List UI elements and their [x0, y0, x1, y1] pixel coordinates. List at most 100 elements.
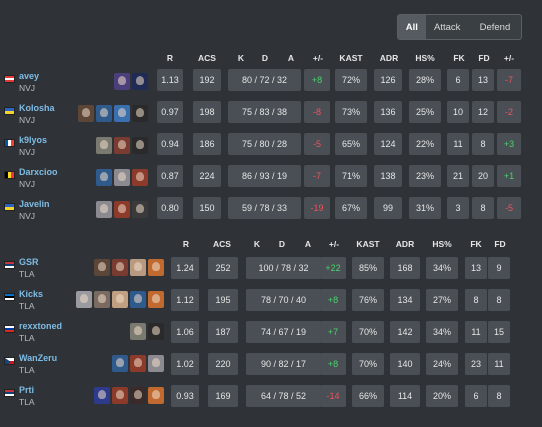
player-team-tag: NVJ	[19, 115, 36, 125]
hs-cell: 31%	[409, 197, 441, 219]
player-name-link[interactable]: Darxcioo	[19, 167, 58, 177]
header-assists[interactable]: A	[305, 239, 311, 249]
plus-minus-cell: +22	[320, 257, 346, 279]
agent-portrait-icon	[148, 259, 164, 276]
kda-cell: 64 / 78 / 52	[246, 385, 321, 407]
player-name-link[interactable]: avey	[19, 71, 39, 81]
adr-cell: 140	[390, 353, 420, 375]
agent-portrait-icon	[112, 355, 128, 372]
header-adr[interactable]: ADR	[396, 239, 414, 249]
first-kills-cell: 3	[447, 197, 469, 219]
agent-portrait-icon	[114, 105, 130, 122]
kast-cell: 65%	[335, 133, 367, 155]
header-acs[interactable]: ACS	[198, 53, 216, 63]
first-kills-cell: 8	[465, 289, 487, 311]
header-fk[interactable]: FK	[453, 53, 464, 63]
agent-portrait-icon	[132, 137, 148, 154]
player-team-tag: NVJ	[19, 179, 36, 189]
kda-cell: 75 / 80 / 28	[228, 133, 301, 155]
first-kills-cell: 11	[447, 133, 469, 155]
hs-cell: 34%	[426, 257, 458, 279]
player-team-tag: TLA	[19, 301, 35, 311]
kda-cell: 80 / 72 / 32	[228, 69, 301, 91]
player-name-link[interactable]: k9lyos	[19, 135, 47, 145]
header-kills[interactable]: K	[254, 239, 260, 249]
player-name-link[interactable]: WanZeru	[19, 353, 57, 363]
first-deaths-cell: 11	[488, 353, 510, 375]
kast-cell: 73%	[335, 101, 367, 123]
header-deaths[interactable]: D	[262, 53, 268, 63]
player-team-tag: TLA	[19, 269, 35, 279]
acs-cell: 187	[208, 321, 238, 343]
player-name-link[interactable]: Prti	[19, 385, 34, 395]
player-name-link[interactable]: GSR	[19, 257, 39, 267]
first-kills-cell: 6	[465, 385, 487, 407]
agent-portrait-icon	[132, 201, 148, 218]
acs-cell: 198	[193, 101, 221, 123]
header-fk[interactable]: FK	[470, 239, 481, 249]
agents-played	[96, 201, 148, 218]
hs-cell: 27%	[426, 289, 458, 311]
header-deaths[interactable]: D	[279, 239, 285, 249]
first-deaths-cell: 8	[488, 385, 510, 407]
header-assists[interactable]: A	[288, 53, 294, 63]
player-row: Javelin NVJ 0.80 150 59 / 78 / 33 -19 67% 99 31%…	[0, 197, 542, 229]
acs-cell: 186	[193, 133, 221, 155]
kast-cell: 85%	[352, 257, 384, 279]
header-plus-minus[interactable]: +/-	[313, 53, 323, 63]
fk-plus-minus-cell: +3	[497, 133, 521, 155]
player-name-link[interactable]: Kolosha	[19, 103, 55, 113]
rating-cell: 0.97	[157, 101, 183, 123]
kda-cell: 74 / 67 / 19	[246, 321, 321, 343]
header-rating[interactable]: R	[183, 239, 189, 249]
filter-all-button[interactable]: All	[398, 15, 426, 39]
player-name-link[interactable]: rexxtoned	[19, 321, 62, 331]
agent-portrait-icon	[112, 387, 128, 404]
acs-cell: 150	[193, 197, 221, 219]
header-rating[interactable]: R	[167, 53, 173, 63]
player-name-link[interactable]: Kicks	[19, 289, 43, 299]
header-acs[interactable]: ACS	[213, 239, 231, 249]
agent-portrait-icon	[132, 105, 148, 122]
adr-cell: 99	[374, 197, 402, 219]
header-fd[interactable]: FD	[478, 53, 489, 63]
fk-plus-minus-cell: -2	[497, 101, 521, 123]
hs-cell: 23%	[409, 165, 441, 187]
player-row: Kicks TLA 1.12 195 78 / 70 / 40 +8 76% 134 27% 8 8	[0, 289, 542, 321]
header-kast[interactable]: KAST	[339, 53, 362, 63]
header-hs[interactable]: HS%	[432, 239, 451, 249]
adr-cell: 138	[374, 165, 402, 187]
agent-portrait-icon	[114, 169, 130, 186]
player-team-tag: TLA	[19, 365, 35, 375]
plus-minus-cell: +8	[320, 289, 346, 311]
rating-cell: 1.06	[171, 321, 199, 343]
first-deaths-cell: 9	[488, 257, 510, 279]
agent-portrait-icon	[76, 291, 92, 308]
agent-portrait-icon	[78, 105, 94, 122]
player-row: Darxcioo NVJ 0.87 224 86 / 93 / 19 -7 71% 138 23…	[0, 165, 542, 197]
header-plus-minus[interactable]: +/-	[329, 239, 339, 249]
acs-cell: 169	[208, 385, 238, 407]
adr-cell: 136	[374, 101, 402, 123]
header-adr[interactable]: ADR	[380, 53, 398, 63]
kda-cell: 86 / 93 / 19	[228, 165, 301, 187]
stats-header-team1: R ACS K D A +/- KAST ADR HS% FK FD +/-	[0, 53, 542, 67]
filter-attack-button[interactable]: Attack	[426, 15, 469, 39]
header-fk-plus-minus[interactable]: +/-	[504, 53, 514, 63]
header-kills[interactable]: K	[238, 53, 244, 63]
adr-cell: 168	[390, 257, 420, 279]
country-flag-icon	[4, 357, 15, 365]
header-hs[interactable]: HS%	[415, 53, 434, 63]
header-fd[interactable]: FD	[494, 239, 505, 249]
player-row: WanZeru TLA 1.02 220 90 / 82 / 17 +8 70% 140 24%…	[0, 353, 542, 385]
kast-cell: 76%	[352, 289, 384, 311]
acs-cell: 220	[208, 353, 238, 375]
agent-portrait-icon	[112, 259, 128, 276]
first-kills-cell: 6	[447, 69, 469, 91]
agent-portrait-icon	[148, 291, 164, 308]
filter-defend-button[interactable]: Defend	[469, 15, 521, 39]
header-kast[interactable]: KAST	[356, 239, 379, 249]
rating-cell: 1.12	[171, 289, 199, 311]
kast-cell: 70%	[352, 321, 384, 343]
player-name-link[interactable]: Javelin	[19, 199, 50, 209]
